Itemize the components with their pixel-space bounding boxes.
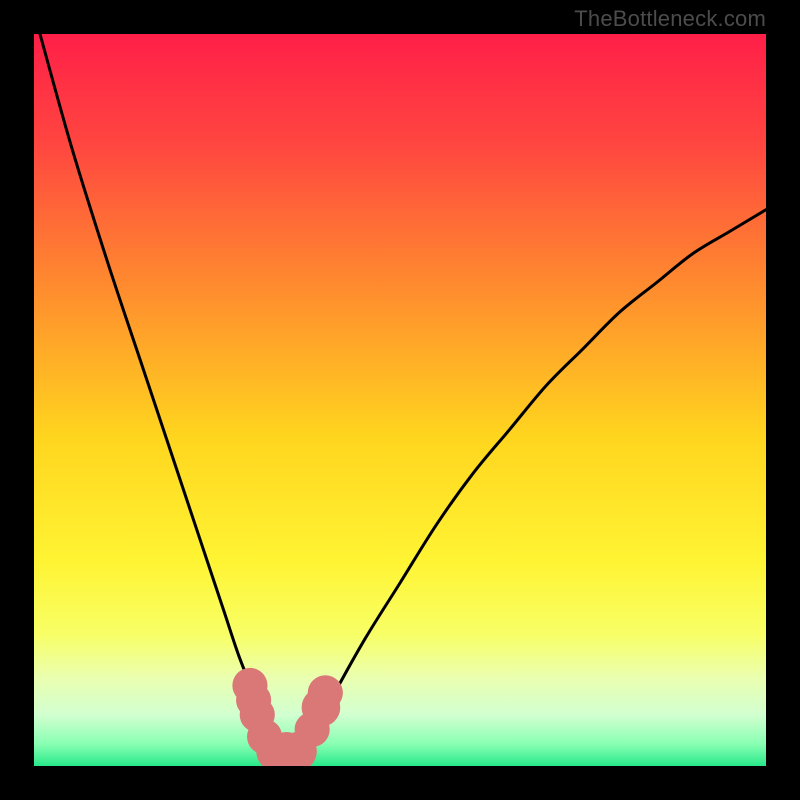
curve-layer: [34, 34, 766, 766]
curve-marker: [308, 675, 343, 710]
chart-frame: TheBottleneck.com: [0, 0, 800, 800]
watermark-text: TheBottleneck.com: [574, 6, 766, 32]
plot-area: [34, 34, 766, 766]
bottleneck-curve: [34, 34, 766, 752]
curve-markers: [232, 668, 343, 766]
